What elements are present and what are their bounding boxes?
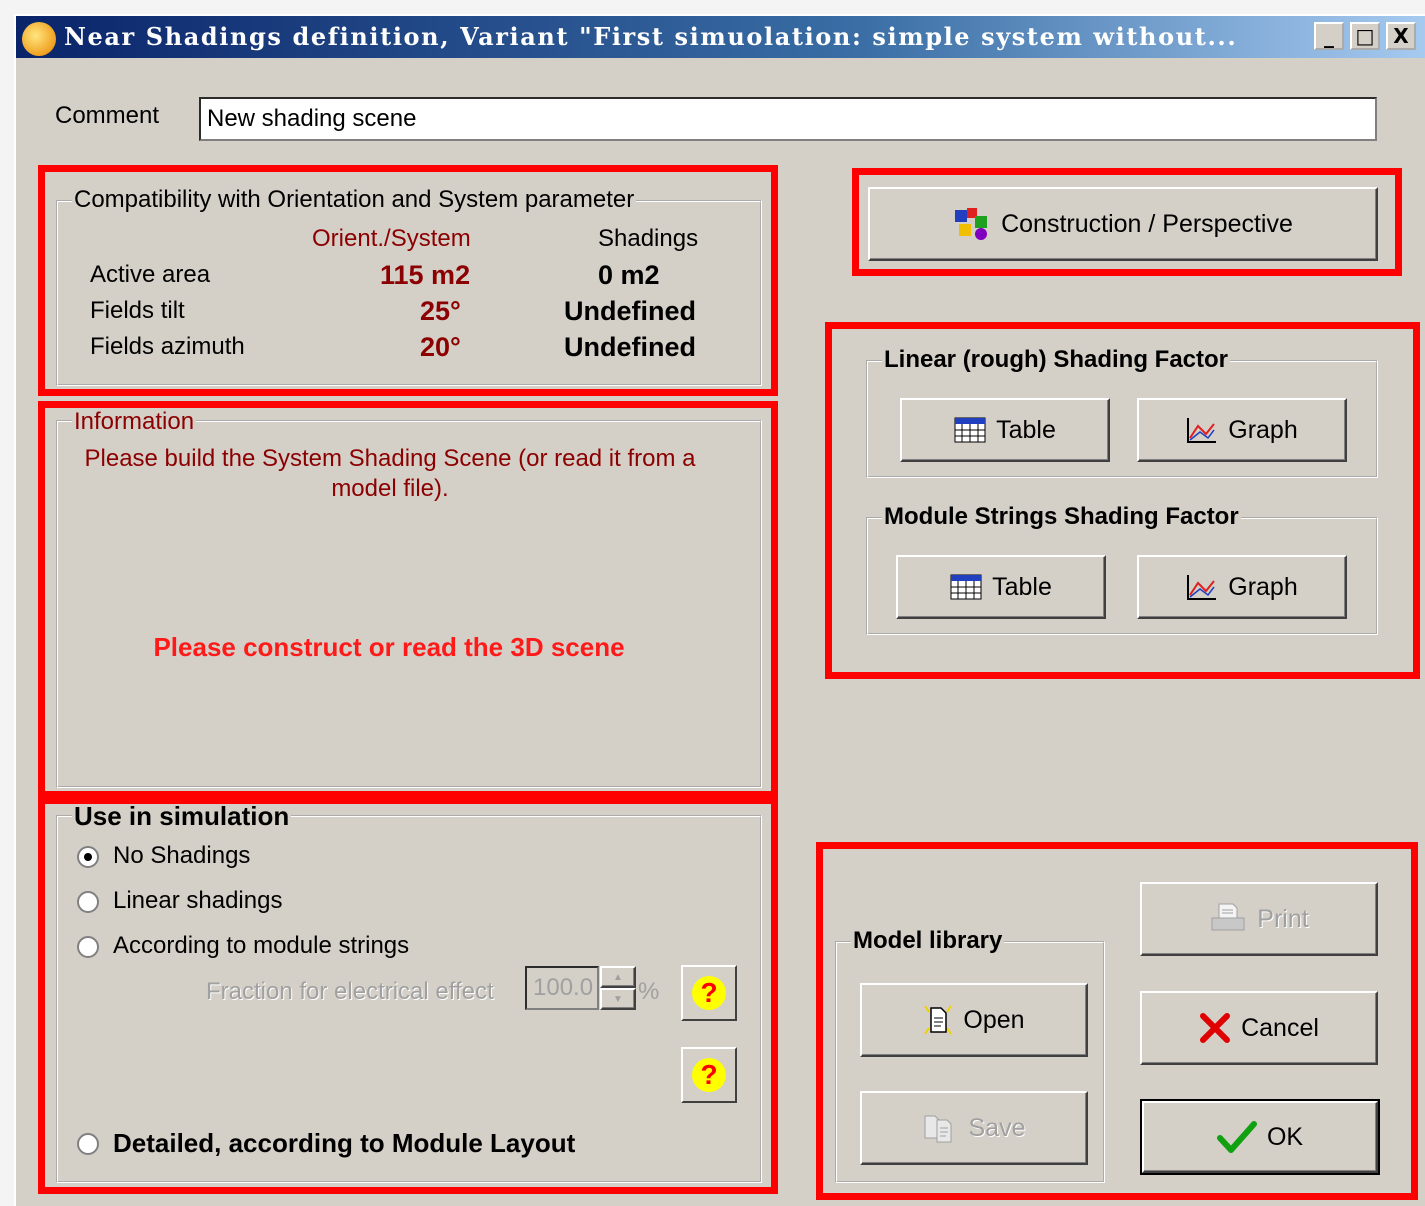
- highlight-construction: [852, 168, 1402, 276]
- highlight-compatibility: [38, 165, 778, 396]
- comment-label: Comment: [55, 102, 160, 129]
- window-title: Near Shadings definition, Variant "First…: [64, 22, 1238, 51]
- highlight-information: [38, 401, 778, 798]
- highlight-shading-factors: [825, 322, 1420, 679]
- highlight-simulation: [38, 797, 778, 1194]
- close-button[interactable]: X: [1386, 22, 1416, 50]
- highlight-library-actions: [816, 842, 1418, 1200]
- minimize-button[interactable]: _: [1314, 22, 1344, 50]
- maximize-button[interactable]: □: [1350, 22, 1380, 50]
- comment-input[interactable]: New shading scene: [199, 97, 1377, 141]
- app-sun-icon: [22, 22, 56, 56]
